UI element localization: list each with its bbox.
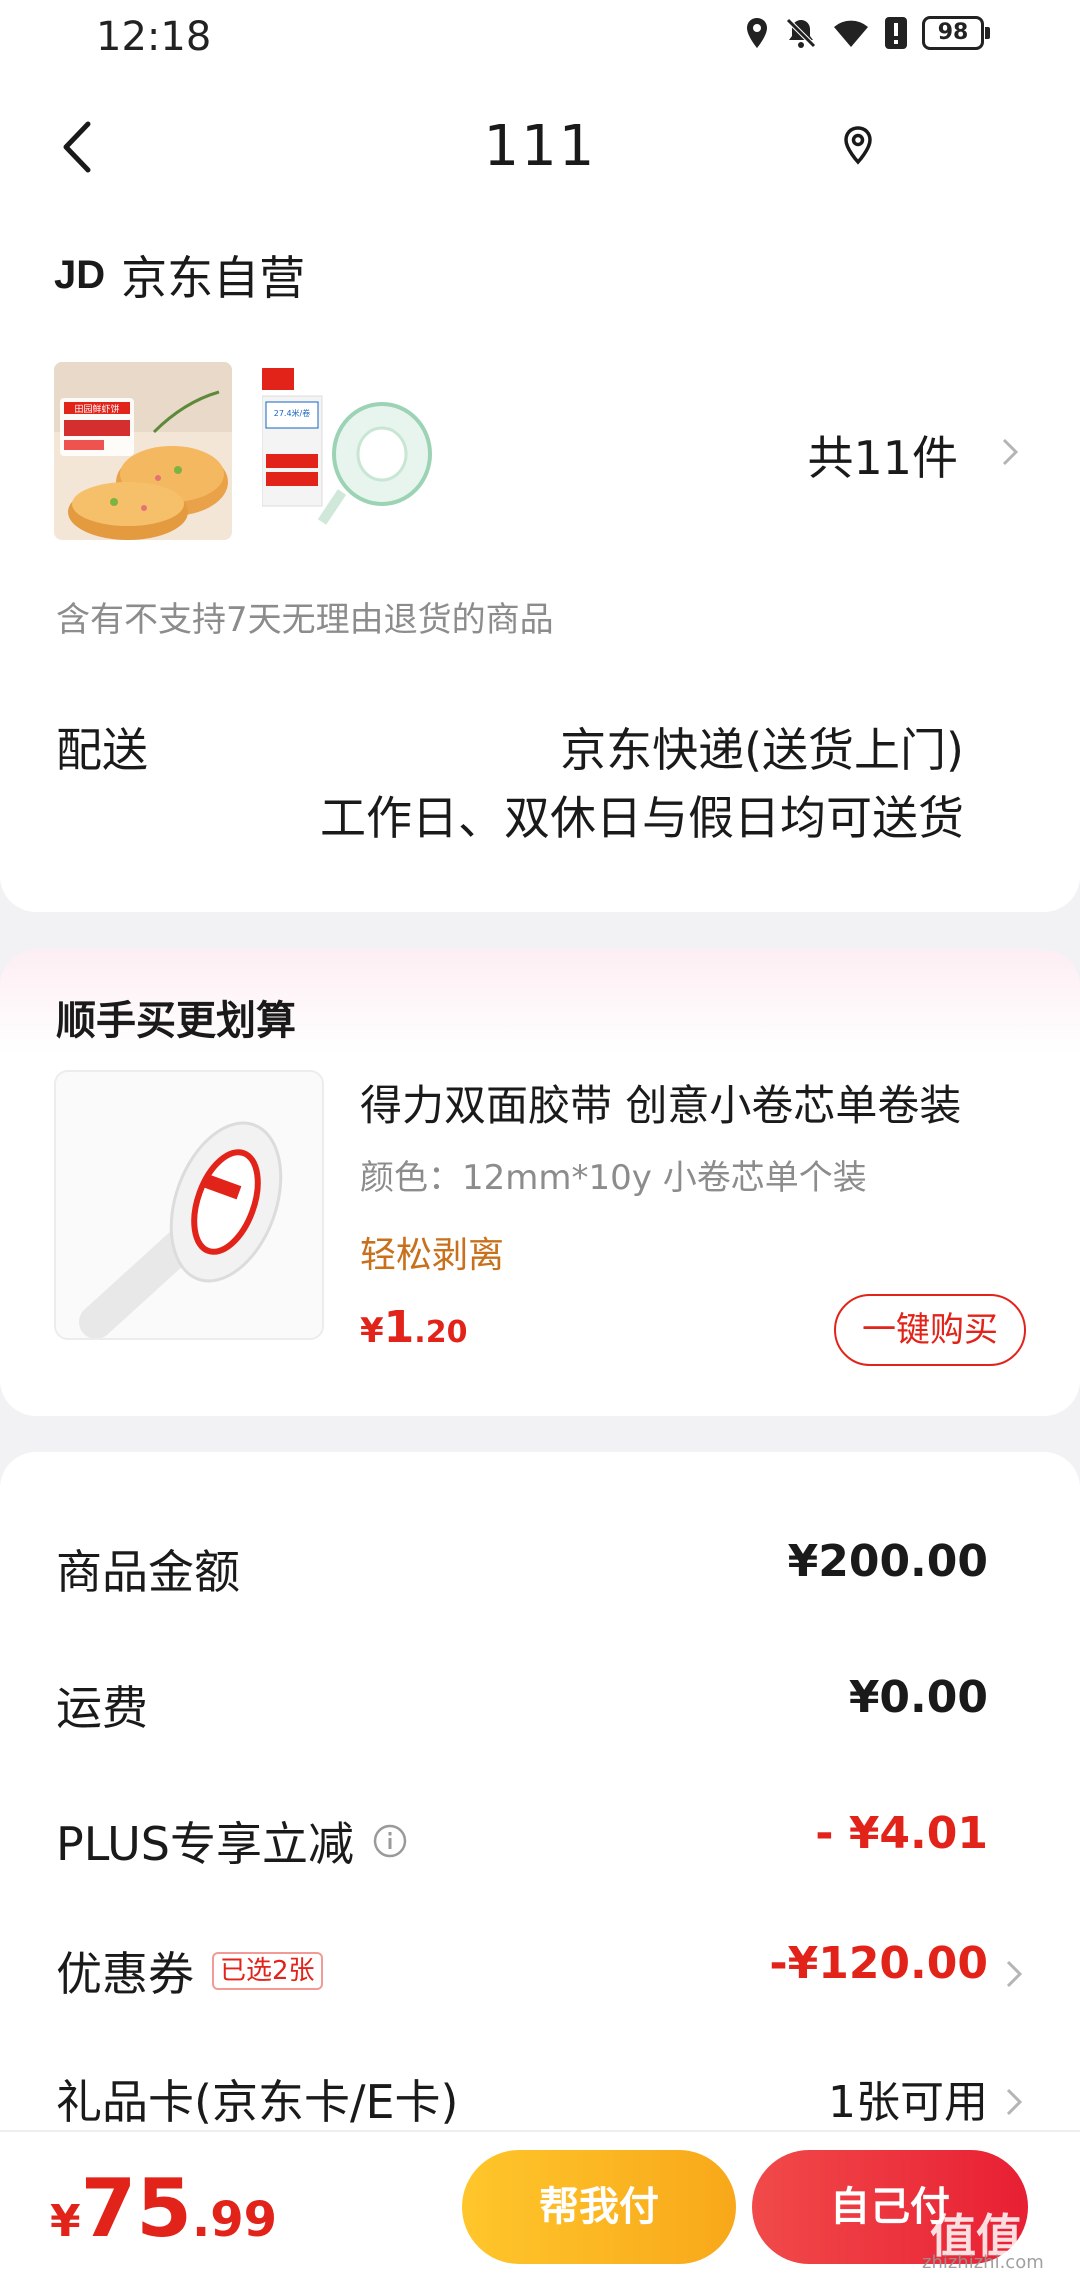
plus-discount-label: PLUS专享立减 — [56, 1817, 354, 1871]
delivery-method[interactable]: 京东快递(送货上门) — [560, 714, 964, 780]
gift-card-chevron-icon — [1006, 2088, 1023, 2116]
total-price: ¥75.99 — [50, 2162, 277, 2255]
plus-discount-row: PLUS专享立减 - ¥4.01 — [56, 1808, 1024, 1878]
promo-title: 顺手买更划算 — [56, 998, 296, 1044]
shrimp-cake-image: 田园鲜虾饼 — [54, 362, 232, 540]
goods-amount-row: 商品金额 ¥200.00 — [56, 1536, 1024, 1606]
gift-card-row[interactable]: 礼品卡(京东卡/E卡) 1张可用 — [56, 2066, 1024, 2136]
help-me-pay-button[interactable]: 帮我付 — [462, 2150, 736, 2264]
thumb2-label: 27.4米/卷 — [274, 408, 311, 418]
promo-price-integer: 1 — [383, 1302, 415, 1353]
goods-amount-value: ¥200.00 — [787, 1536, 988, 1587]
promo-price-currency: ¥ — [360, 1311, 384, 1351]
promo-price: ¥1.20 — [360, 1302, 467, 1353]
location-status-icon — [747, 18, 767, 48]
goods-amount-label: 商品金额 — [56, 1545, 240, 1599]
one-click-buy-button[interactable]: 一键购买 — [834, 1294, 1026, 1366]
return-policy-note: 含有不支持7天无理由退货的商品 — [56, 600, 554, 640]
tape-image: 27.4米/卷 — [262, 362, 440, 540]
product-thumbnails[interactable]: 田园鲜虾饼 27.4米/卷 — [54, 362, 440, 540]
mute-bell-icon — [786, 18, 816, 48]
coupon-label-group: 优惠券 已选2张 — [56, 1938, 323, 2004]
nav-bar: 111 — [0, 72, 1080, 222]
coupon-value[interactable]: -¥120.00 — [769, 1938, 988, 1989]
shipping-fee-row: 运费 ¥0.00 — [56, 1672, 1024, 1742]
product-thumb-shrimp-cake[interactable]: 田园鲜虾饼 — [54, 362, 232, 540]
gift-card-value[interactable]: 1张可用 — [828, 2066, 988, 2130]
location-pin-icon — [844, 126, 872, 165]
watermark-url: zhizhizhi.com — [922, 2252, 1044, 2273]
plus-discount-label-group: PLUS专享立减 — [56, 1808, 408, 1874]
gift-card-label: 礼品卡(京东卡/E卡) — [56, 2075, 459, 2129]
item-count[interactable]: 共11件 — [807, 422, 958, 488]
shipping-fee-value: ¥0.00 — [848, 1672, 988, 1723]
shipping-fee-label: 运费 — [56, 1681, 148, 1735]
promo-card: 顺手买更划算 得力双面胶带 创意小卷芯单卷装 颜色：12mm*10y 小卷芯单个… — [0, 950, 1080, 1416]
total-price-currency: ¥ — [50, 2196, 81, 2247]
promo-product-spec: 颜色：12mm*10y 小卷芯单个装 — [360, 1158, 867, 1198]
shop-name: 京东自营 — [121, 251, 306, 305]
coupon-row[interactable]: 优惠券 已选2张 -¥120.00 — [56, 1938, 1024, 2008]
product-thumb-tape[interactable]: 27.4米/卷 — [262, 362, 440, 540]
status-icons: 98 — [744, 16, 990, 50]
promo-product-name[interactable]: 得力双面胶带 创意小卷芯单卷装 — [360, 1072, 961, 1133]
coupon-chevron-icon — [1006, 1960, 1023, 1988]
promo-product-image[interactable] — [54, 1070, 324, 1340]
promo-price-decimal: .20 — [414, 1315, 468, 1350]
shop-header: JD 京东自营 — [54, 242, 305, 308]
delivery-time[interactable]: 工作日、双休日与假日均可送货 — [320, 782, 964, 848]
battery-icon: 98 — [922, 16, 990, 50]
shop-card: JD 京东自营 田园鲜虾饼 27.4米/卷 共11件 含有不支持7天无理由退货的… — [0, 222, 1080, 912]
wifi-icon — [834, 20, 868, 47]
item-count-chevron-icon — [1002, 438, 1019, 466]
checkout-bar: ¥75.99 帮我付 自己付 — [0, 2130, 1080, 2280]
total-price-decimal: .99 — [191, 2192, 277, 2248]
status-bar: 12:18 98 — [0, 0, 1080, 72]
promo-product-tag: 轻松剥离 — [360, 1235, 505, 1276]
location-button[interactable] — [838, 124, 878, 168]
alert-icon — [885, 17, 907, 49]
double-sided-tape-image — [56, 1072, 322, 1338]
thumb1-label: 田园鲜虾饼 — [74, 403, 119, 415]
status-time: 12:18 — [96, 14, 212, 60]
coupon-label: 优惠券 — [56, 1947, 194, 2001]
info-icon[interactable] — [372, 1823, 408, 1859]
page-title: 111 — [483, 114, 597, 179]
plus-discount-value: - ¥4.01 — [815, 1808, 988, 1859]
jd-logo: JD — [54, 252, 106, 297]
coupon-selected-badge: 已选2张 — [212, 1952, 323, 1990]
delivery-label: 配送 — [56, 723, 148, 777]
total-price-integer: 75 — [80, 2162, 192, 2255]
